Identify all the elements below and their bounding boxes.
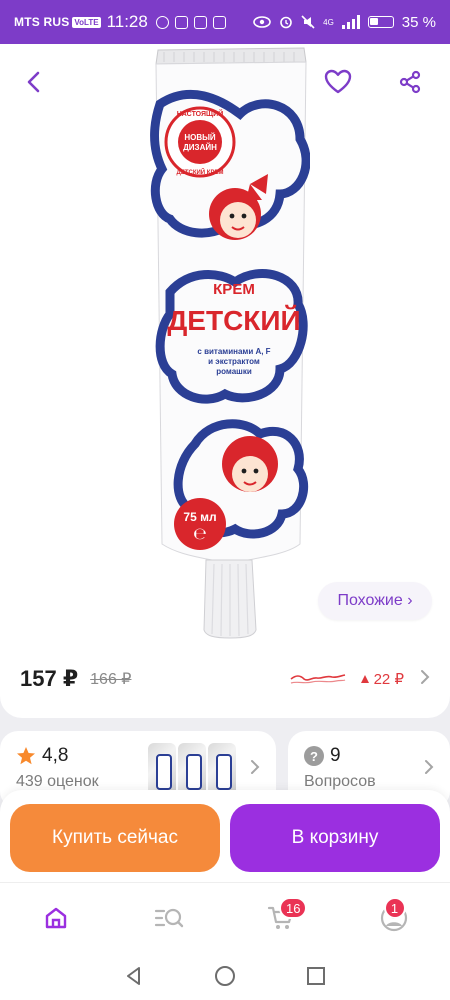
alarm-icon [280, 16, 292, 29]
similar-label: Похожие › [337, 592, 413, 609]
old-price: 166 ₽ [90, 671, 132, 688]
nav-catalog[interactable] [113, 883, 226, 952]
add-to-cart-label: В корзину [291, 827, 379, 848]
questions-label: Вопросов [304, 773, 376, 790]
cart-count-badge: 16 [279, 897, 308, 919]
carrier-name: MTS RUS [14, 15, 70, 29]
share-icon [399, 70, 421, 94]
battery-percent: 35 % [401, 13, 436, 31]
similar-products-button[interactable]: Похожие › [318, 582, 432, 620]
system-home-icon[interactable] [214, 965, 236, 987]
tube-desc-2: и экстрактом [208, 357, 260, 366]
price-change: 22 ₽ [360, 670, 404, 688]
volte-badge: VoLTE [72, 16, 101, 28]
heart-icon [324, 69, 352, 94]
status-bar: MTS RUS VoLTE 11:28 4G 35 % [0, 0, 450, 44]
questions-row: ? 9 [304, 745, 434, 767]
badge-text-top: НАСТОЯЩИЙ [177, 109, 224, 118]
clock: 11:28 [106, 12, 148, 31]
bottom-navigation: 16 1 [0, 882, 450, 952]
notification-icons [155, 15, 226, 29]
instagram-icon [174, 15, 188, 29]
eye-icon [253, 16, 271, 28]
at-icon [155, 15, 169, 29]
system-back-icon[interactable] [124, 966, 144, 986]
chevron-right-icon [424, 759, 434, 780]
profile-notification-badge: 1 [383, 897, 406, 919]
tube-krem-label: КРЕМ [213, 281, 255, 298]
purchase-actions: Купить сейчас В корзину [0, 790, 450, 882]
question-icon: ? [304, 746, 324, 766]
status-right: 4G 35 % [253, 14, 436, 31]
buy-now-button[interactable]: Купить сейчас [10, 804, 220, 872]
nav-home[interactable] [0, 883, 113, 952]
badge-text-bottom: ДЕТСКИЙ КРЕМ [177, 168, 224, 176]
tube-product-name: ДЕТСКИЙ [167, 304, 300, 336]
tube-volume: 75 мл [183, 510, 216, 524]
message-icon [193, 15, 207, 29]
share-button[interactable] [390, 62, 430, 102]
back-arrow-icon [27, 71, 40, 93]
add-to-cart-button[interactable]: В корзину [230, 804, 440, 872]
wb-icon [212, 15, 226, 29]
network-type: 4G [323, 17, 334, 27]
nav-cart[interactable]: 16 [225, 883, 338, 952]
product-gallery[interactable]: НОВЫЙ ДИЗАЙН НАСТОЯЩИЙ ДЕТСКИЙ КРЕМ КРЕМ… [0, 44, 450, 640]
tube-desc-3: ромашки [216, 367, 252, 376]
mute-icon [301, 15, 315, 29]
questions-count: 9 [330, 745, 341, 766]
rating-value: 4,8 [42, 745, 69, 766]
back-button[interactable] [14, 62, 54, 102]
chevron-right-icon [250, 759, 260, 780]
catalog-search-icon [154, 908, 183, 927]
battery-icon [367, 16, 394, 28]
badge-text-new: НОВЫЙ [184, 133, 216, 142]
arrow-up-icon [360, 675, 369, 683]
review-photo-thumbnail[interactable] [208, 743, 236, 797]
current-price: 157 ₽ [20, 666, 79, 691]
signal-icon [341, 15, 360, 29]
badge-text-design: ДИЗАЙН [183, 143, 217, 152]
system-navigation-bar [0, 952, 450, 1000]
home-icon [46, 907, 67, 928]
chevron-right-icon [420, 669, 430, 690]
review-photos[interactable] [148, 743, 236, 797]
product-image[interactable]: НОВЫЙ ДИЗАЙН НАСТОЯЩИЙ ДЕТСКИЙ КРЕМ КРЕМ… [150, 44, 310, 644]
review-photo-thumbnail[interactable] [148, 743, 176, 797]
tube-desc-1: с витаминами А, F [197, 347, 270, 356]
favorite-button[interactable] [318, 62, 358, 102]
tube-e-mark: ℮ [193, 524, 207, 543]
price-card[interactable]: 157 ₽ 166 ₽ 22 ₽ [0, 640, 450, 718]
price-history-sparkline [290, 674, 345, 684]
price-change-value: 22 ₽ [373, 671, 404, 688]
star-icon [17, 747, 35, 765]
system-recents-icon[interactable] [306, 966, 326, 986]
buy-now-label: Купить сейчас [52, 827, 178, 848]
review-photo-thumbnail[interactable] [178, 743, 206, 797]
nav-profile[interactable]: 1 [338, 883, 450, 952]
